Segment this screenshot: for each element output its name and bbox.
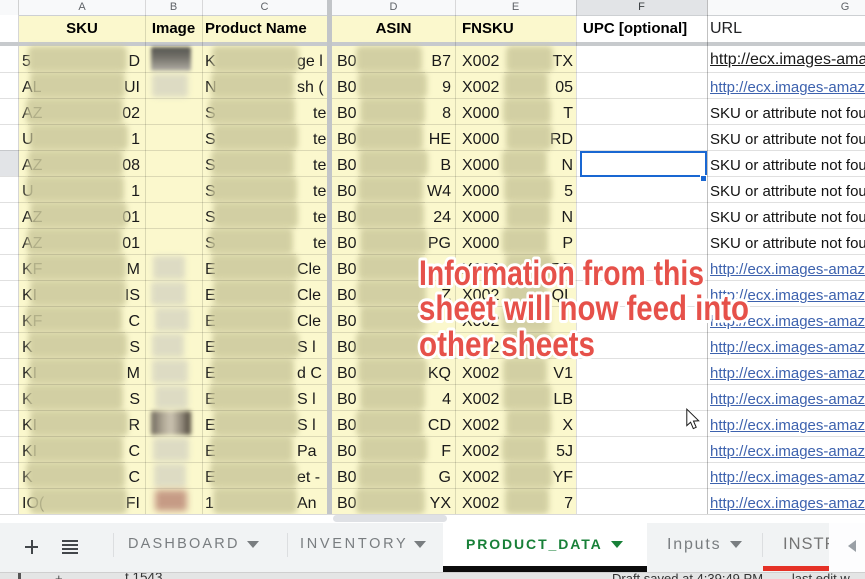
svg-text:other sheets: other sheets: [419, 325, 595, 364]
svg-text:sheet will now feed into: sheet will now feed into: [419, 289, 749, 328]
svg-text:Information from this: Information from this: [419, 254, 704, 293]
